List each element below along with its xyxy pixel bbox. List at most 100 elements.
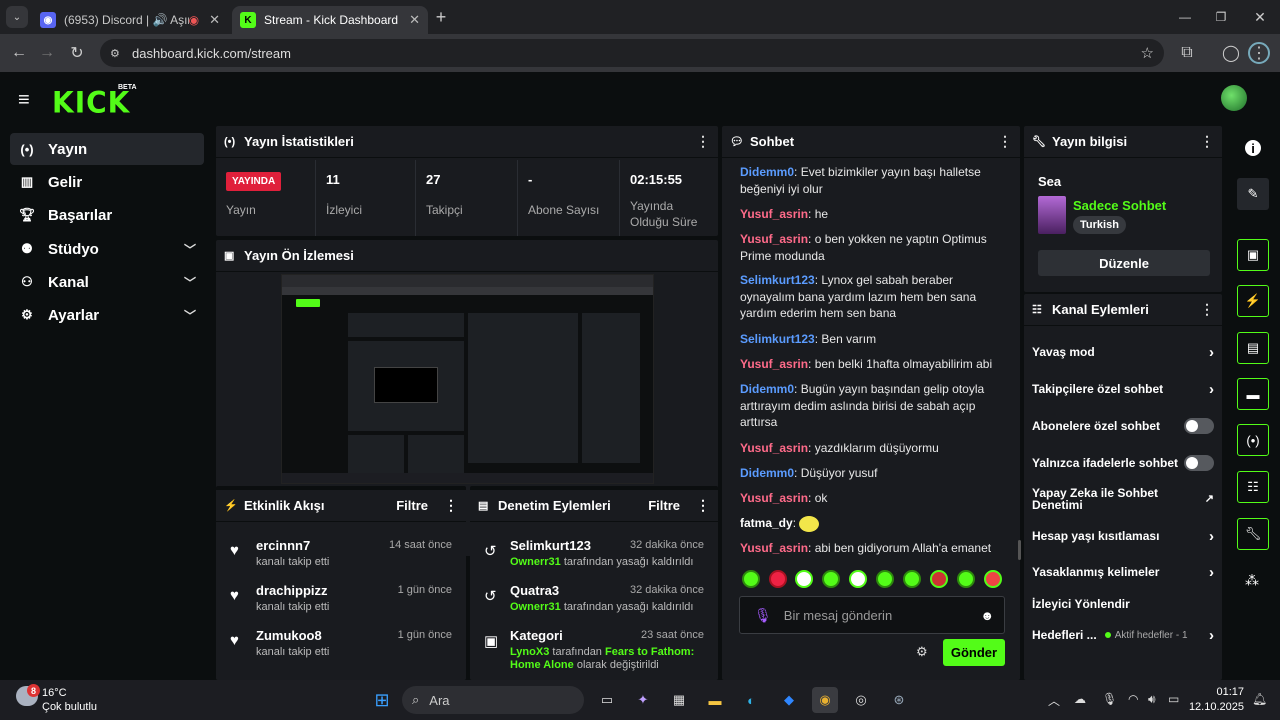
notification-icon[interactable]: 🔔︎ (1252, 692, 1267, 706)
new-tab-button[interactable]: + (430, 6, 452, 28)
filter-button[interactable]: Filtre (396, 498, 428, 513)
profile-icon[interactable]: ◯ (1220, 42, 1242, 64)
microphone-icon[interactable]: 🎙︎ (1102, 692, 1117, 706)
chat-username[interactable]: Selimkurt123 (740, 332, 815, 346)
start-button[interactable]: ⊞ (369, 687, 395, 713)
dropbox-icon[interactable]: ◆ (776, 687, 802, 713)
emotes-only-toggle[interactable] (1184, 455, 1214, 471)
sidebar-item-studyo[interactable]: ⚉ Stüdyo ﹀ (10, 233, 204, 265)
chat-scrollbar[interactable] (1018, 540, 1021, 560)
tab-discord[interactable]: ◉ (6953) Discord | 🔊 Aşırı Ulti ◉ ✕ (32, 6, 228, 34)
extensions-icon[interactable]: ⧉ (1176, 42, 1198, 64)
followers-only-item[interactable]: Takipçilere özel sohbet › (1032, 373, 1214, 405)
send-button[interactable]: Gönder (943, 639, 1005, 666)
chat-username[interactable]: Yusuf_asrin (740, 541, 808, 555)
sidebar-item-kanal[interactable]: ⚇ Kanal ﹀ (10, 266, 204, 298)
emote-icon[interactable] (742, 570, 760, 588)
cloud-icon[interactable]: ☁ (1074, 692, 1086, 706)
microphone-icon[interactable]: 🎙︎ (754, 607, 772, 624)
store-icon[interactable]: ▦ (666, 687, 692, 713)
chat-username[interactable]: Didemm0 (740, 466, 794, 480)
battery-icon[interactable]: ▭ (1168, 692, 1179, 706)
ai-moderation-item[interactable]: Yapay Zeka ile Sohbet Denetimi ↗ (1032, 483, 1214, 515)
more-options-icon[interactable]: ⋮ (1200, 133, 1214, 150)
stream-info-toggle-button[interactable]: 🔧︎ (1237, 518, 1269, 550)
banned-words-item[interactable]: Yasaklanmış kelimeler › (1032, 556, 1214, 588)
back-button[interactable]: ← (8, 42, 30, 64)
close-icon[interactable]: ✕ (409, 12, 420, 28)
username[interactable]: drachippizz (256, 583, 328, 598)
site-info-icon[interactable]: ⚙ (110, 47, 120, 60)
wifi-icon[interactable]: ◠ (1128, 692, 1138, 706)
account-age-item[interactable]: Hesap yaşı kısıtlaması › (1032, 520, 1214, 552)
sidebar-item-gelir[interactable]: ▥ Gelir (10, 166, 204, 198)
filter-button[interactable]: Filtre (648, 498, 680, 513)
moderation-toggle-button[interactable]: ▤ (1237, 332, 1269, 364)
moderator-name[interactable]: Ownerr31 (510, 556, 561, 568)
avatar[interactable] (1221, 85, 1247, 111)
hamburger-menu-icon[interactable]: ≡ (18, 90, 30, 110)
chat-username[interactable]: Yusuf_asrin (740, 232, 808, 246)
emote-icon[interactable] (795, 570, 813, 588)
edge-icon[interactable]: ◐ (738, 687, 764, 713)
more-options-icon[interactable]: ⋮ (444, 497, 458, 514)
chat-username[interactable]: Yusuf_asrin (740, 357, 808, 371)
emote-icon[interactable] (957, 570, 975, 588)
raid-item[interactable]: İzleyici Yönlendir (1032, 588, 1214, 620)
moderator-name[interactable]: Ownerr31 (510, 601, 561, 613)
chat-toggle-button[interactable]: ▬ (1237, 378, 1269, 410)
menu-icon[interactable]: ⋮ (1248, 42, 1270, 64)
goals-item[interactable]: Hedefleri ... Aktif hedefler - 1 › (1032, 619, 1214, 651)
copilot-icon[interactable]: ✦ (630, 687, 656, 713)
chat-username[interactable]: Yusuf_asrin (740, 207, 808, 221)
info-icon[interactable]: i (1245, 140, 1261, 156)
minimize-button[interactable]: — (1174, 6, 1196, 28)
edit-button[interactable]: Düzenle (1038, 250, 1210, 276)
more-options-icon[interactable]: ⋮ (696, 497, 710, 514)
emoji-icon[interactable]: ☻ (980, 608, 994, 623)
task-view-icon[interactable]: ▭ (594, 687, 620, 713)
tab-kick[interactable]: K Stream - Kick Dashboard ✕ (232, 6, 428, 34)
clock-time[interactable]: 01:17 (1194, 686, 1244, 698)
chat-input[interactable]: 🎙︎ Bir mesaj gönderin ☻ (739, 596, 1005, 634)
obs-icon[interactable]: ◎ (848, 687, 874, 713)
emote-icon[interactable] (930, 570, 948, 588)
chevron-up-icon[interactable]: ︿ (1048, 692, 1060, 709)
chrome-icon[interactable]: ◉ (812, 687, 838, 713)
maximize-button[interactable]: ❐ (1210, 6, 1232, 28)
chat-settings-icon[interactable]: ⚙ (916, 644, 928, 660)
channel-actions-toggle-button[interactable]: ☷ (1237, 471, 1269, 503)
chat-username[interactable]: Selimkurt123 (740, 273, 815, 287)
url-bar[interactable]: ⚙ dashboard.kick.com/stream ☆ (100, 39, 1164, 67)
slow-mode-item[interactable]: Yavaş mod › (1032, 336, 1214, 368)
clock-date[interactable]: 12.10.2025 (1186, 701, 1244, 713)
chat-username[interactable]: fatma_dy (740, 516, 793, 530)
activity-toggle-button[interactable]: ⚡ (1237, 285, 1269, 317)
bookmark-star-icon[interactable]: ☆ (1141, 44, 1154, 62)
username[interactable]: Selimkurt123 (510, 538, 591, 553)
forward-button[interactable]: → (36, 42, 58, 64)
sidebar-item-basarilar[interactable]: 🏆︎ Başarılar (10, 199, 204, 231)
window-close-button[interactable]: ✕ (1249, 6, 1271, 28)
volume-icon[interactable]: 🔊︎ (1148, 692, 1156, 707)
close-icon[interactable]: ✕ (209, 12, 220, 28)
chat-username[interactable]: Yusuf_asrin (740, 491, 808, 505)
subscribers-only-toggle[interactable] (1184, 418, 1214, 434)
more-options-icon[interactable]: ⋮ (696, 133, 710, 150)
stream-preview-video[interactable] (281, 274, 654, 484)
reload-button[interactable]: ↻ (66, 42, 88, 64)
steam-icon[interactable]: ⊛ (886, 687, 912, 713)
tab-search-button[interactable]: ⌄ (6, 6, 28, 28)
username[interactable]: Zumukoo8 (256, 628, 322, 643)
emote-icon[interactable] (984, 570, 1002, 588)
more-options-icon[interactable]: ⋮ (998, 133, 1012, 150)
moderator-name[interactable]: LynoX3 (510, 646, 549, 658)
emote-icon[interactable] (849, 570, 867, 588)
username[interactable]: Quatra3 (510, 583, 559, 598)
file-explorer-icon[interactable]: ▬ (702, 687, 728, 713)
taskbar-search[interactable]: ⌕ Ara (402, 686, 584, 714)
sidebar-item-ayarlar[interactable]: ⚙ Ayarlar ﹀ (10, 299, 204, 331)
emote-icon[interactable] (822, 570, 840, 588)
chat-username[interactable]: Didemm0 (740, 382, 794, 396)
category-name[interactable]: Sadece Sohbet (1073, 198, 1166, 213)
